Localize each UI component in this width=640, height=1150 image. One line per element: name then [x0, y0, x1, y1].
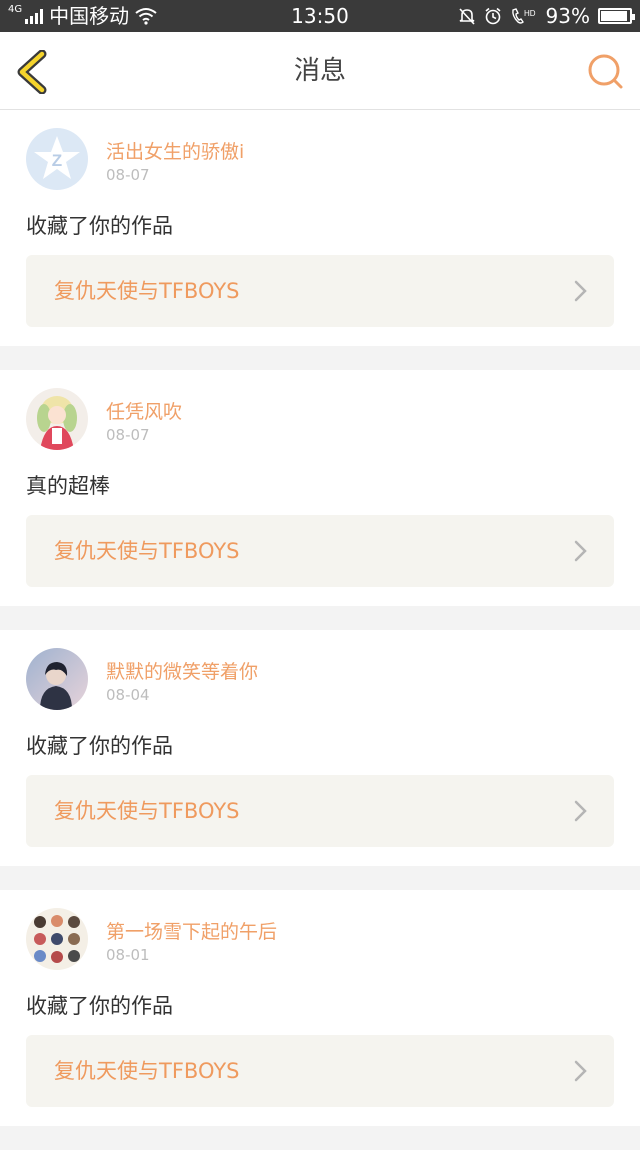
work-link[interactable]: 复仇天使与TFBOYS [26, 515, 614, 587]
anime-girl-avatar[interactable] [26, 388, 88, 450]
user-name[interactable]: 第一场雪下起的午后 [106, 917, 277, 944]
message-text: 真的超棒 [26, 474, 110, 498]
message-list: Z 活出女生的骄傲i 08-07 收藏了你的作品 复仇天使与TFBOYS 任凭风… [0, 110, 640, 1150]
user-name[interactable]: 默默的微笑等着你 [106, 657, 258, 684]
group-avatar[interactable] [26, 908, 88, 970]
qq-default-avatar[interactable]: Z [26, 128, 88, 190]
chevron-right-icon [574, 280, 587, 302]
message-date: 08-07 [106, 166, 150, 184]
status-bar: 4G 中国移动 13:50 HD 93% [0, 0, 640, 32]
work-title: 复仇天使与TFBOYS [54, 279, 240, 303]
message-item: 默默的微笑等着你 08-04 收藏了你的作品 复仇天使与TFBOYS [0, 630, 640, 866]
chevron-right-icon [574, 1060, 587, 1082]
chevron-right-icon [574, 800, 587, 822]
message-item: Z 活出女生的骄傲i 08-07 收藏了你的作品 复仇天使与TFBOYS [0, 110, 640, 346]
header: 消息 [0, 32, 640, 110]
work-link[interactable]: 复仇天使与TFBOYS [26, 775, 614, 847]
bell-muted-icon [458, 8, 475, 25]
message-item: 第一场雪下起的午后 08-01 收藏了你的作品 复仇天使与TFBOYS [0, 890, 640, 1126]
work-link[interactable]: 复仇天使与TFBOYS [26, 255, 614, 327]
work-link[interactable]: 复仇天使与TFBOYS [26, 1035, 614, 1107]
work-title: 复仇天使与TFBOYS [54, 1059, 240, 1083]
message-text: 收藏了你的作品 [26, 734, 173, 758]
work-title: 复仇天使与TFBOYS [54, 799, 240, 823]
page-title: 消息 [293, 56, 346, 86]
battery-percent: 93% [545, 4, 590, 28]
message-text: 收藏了你的作品 [26, 214, 173, 238]
svg-text:Z: Z [52, 151, 62, 170]
alarm-icon [485, 7, 501, 25]
status-bar-right: HD 93% [458, 0, 635, 32]
user-name[interactable]: 活出女生的骄傲i [106, 137, 244, 164]
battery-icon [598, 8, 635, 24]
user-name[interactable]: 任凭风吹 [106, 397, 182, 424]
battery-level [601, 11, 628, 21]
message-item: 任凭风吹 08-07 真的超棒 复仇天使与TFBOYS [0, 370, 640, 606]
work-title: 复仇天使与TFBOYS [54, 539, 240, 563]
message-date: 08-07 [106, 426, 150, 444]
message-date: 08-04 [106, 686, 150, 704]
chevron-right-icon [574, 540, 587, 562]
message-text: 收藏了你的作品 [26, 994, 173, 1018]
svg-text:HD: HD [524, 9, 536, 18]
hd-call-icon: HD [511, 8, 536, 24]
message-date: 08-01 [106, 946, 150, 964]
portrait-avatar[interactable] [26, 648, 88, 710]
search-icon[interactable] [586, 52, 626, 92]
